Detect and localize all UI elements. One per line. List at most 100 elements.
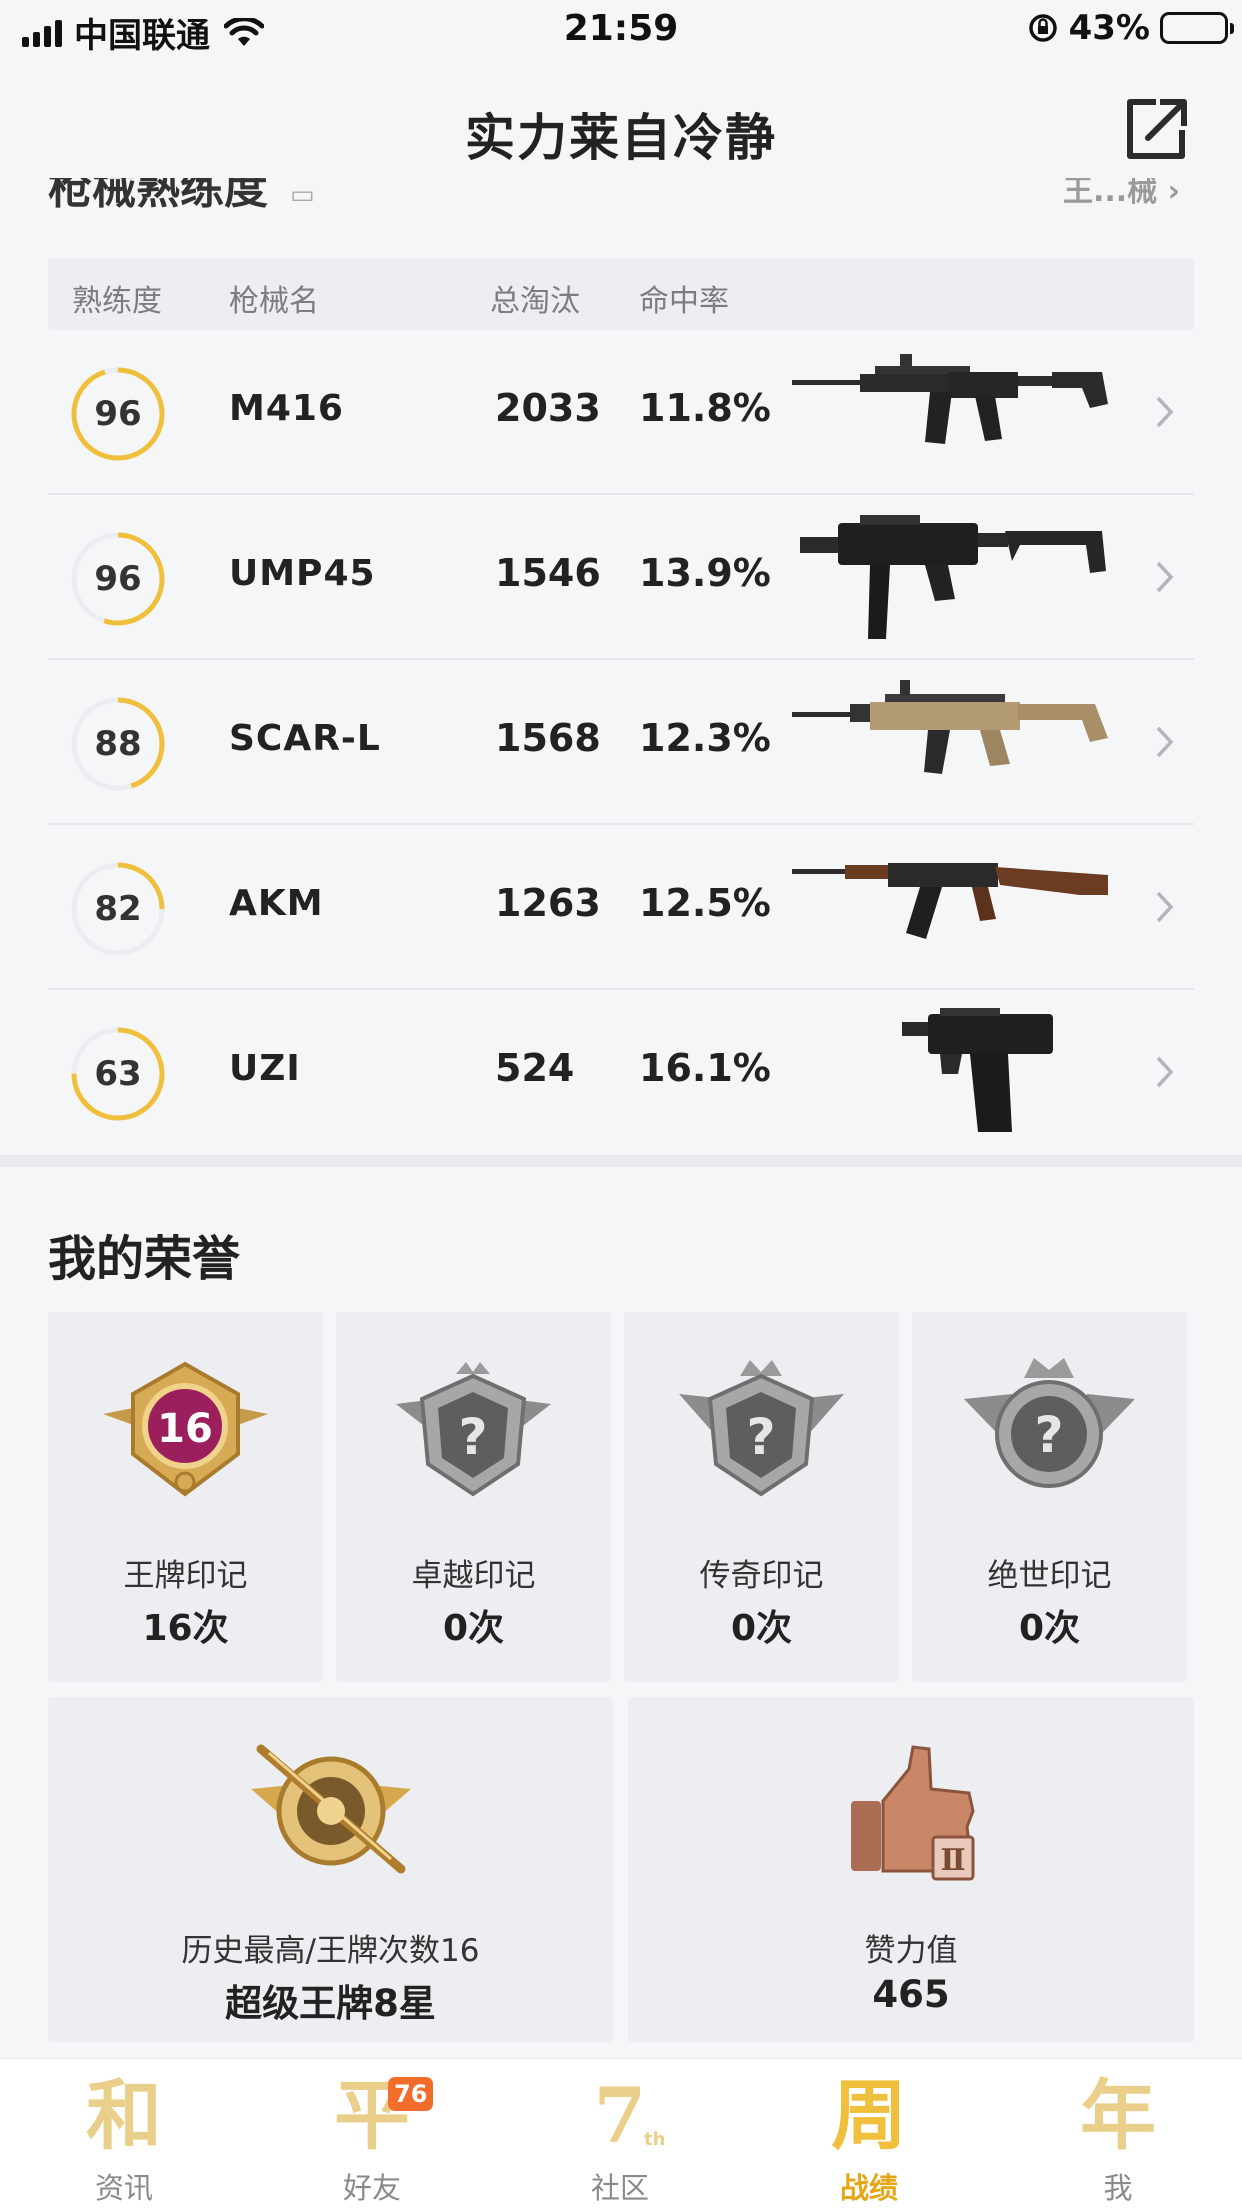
page-title: 实力莱自冷静 — [465, 109, 777, 167]
likes-tier: Ⅱ — [940, 1843, 965, 1878]
likes-card[interactable]: Ⅱ 赞力值 465 — [628, 1697, 1194, 2042]
tab-friends[interactable]: 平 76 好友 — [248, 2059, 496, 2208]
section-title: 枪械熟练度 ▭ — [48, 178, 315, 216]
honor-card-ace[interactable]: 16 王牌印记 16次 — [48, 1312, 323, 1682]
section-title-text: 枪械熟练度 — [48, 178, 268, 214]
nav-header: 实力莱自冷静 — [0, 80, 1242, 180]
table-header: 熟练度 枪械名 总淘汰 命中率 — [48, 258, 1194, 330]
tab-label: 战绩 — [839, 2171, 898, 2205]
mark-count: 0次 — [442, 1608, 505, 1649]
proficiency-value: 96 — [94, 394, 142, 434]
ace-mark-number: 16 — [157, 1406, 213, 1452]
scar-l-rifle-image — [792, 680, 1108, 774]
weapon-name: SCAR-L — [229, 718, 381, 759]
community-tab-icon: 7 — [593, 2071, 647, 2160]
weapon-row[interactable]: 63 UZI 524 16.1% — [48, 990, 1194, 1153]
weapon-hit-rate: 13.9% — [639, 551, 771, 595]
rotation-lock-icon — [1028, 14, 1057, 42]
notification-badge: 76 — [388, 2077, 434, 2111]
unknown-mark-symbol: ? — [1034, 1406, 1063, 1464]
chevron-right-icon — [1156, 1056, 1174, 1088]
honors-section: 我的荣誉 16 王牌印记 16次 ? 卓越印记 0次 ? 传奇印记 0次 ? 绝… — [0, 1167, 1242, 2057]
peerless-mark-icon: ? — [964, 1358, 1135, 1488]
status-right: 43% — [1027, 8, 1234, 48]
battery-percent: 43% — [1068, 8, 1150, 48]
weapon-name: UMP45 — [229, 553, 376, 594]
weapon-hit-rate: 12.3% — [639, 716, 771, 760]
chevron-right-icon: › — [1167, 178, 1180, 209]
likes-label: 赞力值 — [864, 1933, 958, 1969]
weapon-row[interactable]: 88 SCAR-L 1568 12.3% — [48, 660, 1194, 825]
ump45-smg-image — [800, 515, 1106, 639]
akm-rifle-image — [792, 863, 1108, 939]
proficiency-value: 63 — [94, 1054, 142, 1094]
best-rank-card[interactable]: 历史最高/王牌次数16 超级王牌8星 — [48, 1697, 613, 2042]
honor-card-peerless[interactable]: ? 绝世印记 0次 — [912, 1312, 1187, 1682]
likes-value: 465 — [872, 1973, 950, 2016]
weapon-kills: 1568 — [495, 716, 601, 760]
weapon-hit-rate: 16.1% — [639, 1046, 771, 1090]
section-divider — [0, 1155, 1242, 1167]
chevron-right-icon — [1156, 891, 1174, 923]
battery-icon — [1160, 12, 1234, 44]
tab-label: 资讯 — [94, 2171, 153, 2205]
m416-rifle-image — [792, 354, 1108, 444]
weapon-row[interactable]: 96 UMP45 1546 13.9% — [48, 495, 1194, 660]
rank-badge-icon — [250, 1744, 411, 1874]
info-icon: ▭ — [290, 180, 315, 210]
weapon-row[interactable]: 82 AKM 1263 12.5% — [48, 825, 1194, 990]
col-weapon-name: 枪械名 — [229, 284, 319, 319]
weapon-kills: 1263 — [495, 881, 601, 925]
weapon-list: 96 M416 2033 11.8% 96 UMP45 1546 13.9% 8… — [48, 330, 1194, 1153]
section-link[interactable]: 王...械 › — [1063, 178, 1180, 210]
mark-name: 传奇印记 — [699, 1558, 824, 1594]
status-bar: 中国联通 21:59 43% — [0, 0, 1242, 66]
weapon-kills: 524 — [495, 1046, 575, 1090]
thumbs-up-icon: Ⅱ — [851, 1745, 975, 1881]
weapon-kills: 1546 — [495, 551, 601, 595]
news-tab-icon: 和 — [86, 2071, 162, 2160]
tab-label: 我 — [1103, 2171, 1133, 2205]
best-rank-label: 历史最高/王牌次数16 — [181, 1933, 480, 1969]
unknown-mark-symbol: ? — [746, 1408, 775, 1466]
weapon-proficiency-section: 枪械熟练度 ▭ 王...械 › 熟练度 枪械名 总淘汰 命中率 96 M416 2… — [0, 178, 1242, 1153]
weapon-hit-rate: 12.5% — [639, 881, 771, 925]
mark-count: 0次 — [730, 1608, 793, 1649]
ace-mark-icon: 16 — [103, 1361, 268, 1497]
tab-stats[interactable]: 周 战绩 — [745, 2059, 993, 2208]
best-rank-value: 超级王牌8星 — [225, 1982, 436, 2025]
weapon-name: AKM — [229, 883, 324, 924]
mark-name: 绝世印记 — [987, 1558, 1112, 1594]
tab-me[interactable]: 年 我 — [994, 2059, 1242, 2208]
col-hit-rate: 命中率 — [639, 284, 729, 319]
weapon-kills: 2033 — [495, 386, 601, 430]
mark-name: 王牌印记 — [123, 1558, 248, 1594]
tab-label: 好友 — [342, 2171, 401, 2205]
chevron-right-icon — [1156, 726, 1174, 758]
mark-count: 16次 — [142, 1608, 229, 1649]
chevron-right-icon — [1156, 561, 1174, 593]
tab-community[interactable]: 7 th 社区 — [496, 2059, 744, 2208]
proficiency-value: 96 — [94, 559, 142, 599]
honors-title: 我的荣誉 — [48, 1231, 241, 1287]
friends-tab-icon: 平 — [334, 2071, 410, 2160]
app-screen: 中国联通 21:59 43% 实力莱自冷静 枪械熟练度 ▭ 王...械 › 熟练… — [0, 0, 1242, 2208]
weapon-row[interactable]: 96 M416 2033 11.8% — [48, 330, 1194, 495]
unknown-mark-symbol: ? — [458, 1408, 487, 1466]
mark-name: 卓越印记 — [411, 1558, 536, 1594]
col-total-kills: 总淘汰 — [490, 284, 580, 319]
tab-news[interactable]: 和 资讯 — [0, 2059, 248, 2208]
weapon-name: M416 — [229, 388, 344, 429]
proficiency-value: 82 — [94, 889, 142, 929]
col-proficiency: 熟练度 — [72, 284, 162, 319]
honor-card-legend[interactable]: ? 传奇印记 0次 — [624, 1312, 899, 1682]
excellence-mark-icon: ? — [396, 1362, 551, 1497]
tab-label: 社区 — [590, 2171, 649, 2205]
weapon-hit-rate: 11.8% — [639, 386, 771, 430]
honor-card-excellence[interactable]: ? 卓越印记 0次 — [336, 1312, 611, 1682]
mark-count: 0次 — [1018, 1608, 1081, 1649]
stats-tab-icon: 周 — [831, 2071, 907, 2160]
community-tab-suffix: th — [644, 2129, 666, 2150]
share-icon[interactable] — [1120, 94, 1192, 166]
tab-bar: 和 资讯 平 76 好友 7 th 社区 周 战绩 年 我 — [0, 2058, 1242, 2208]
